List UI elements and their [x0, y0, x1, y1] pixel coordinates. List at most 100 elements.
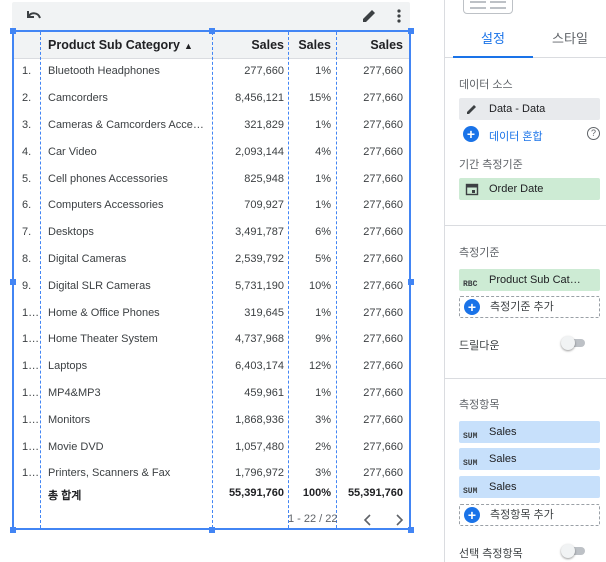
more-vert-icon[interactable] [390, 7, 408, 25]
resize-handle-bottom[interactable] [209, 527, 215, 533]
dimension-chip[interactable]: RBC Product Sub Cat… [459, 269, 600, 291]
pencil-icon[interactable] [465, 102, 479, 116]
cell-sales-2: 277,660 [337, 379, 409, 407]
sort-ascending-icon[interactable]: ▲ [184, 41, 193, 51]
optional-metrics-label: 선택 측정항목 [459, 548, 523, 560]
cell-sales-2: 277,660 [337, 245, 409, 273]
cell-sales-percent: 1% [290, 191, 337, 220]
cell-sales-2: 277,660 [337, 58, 409, 86]
cell-sales: 2,093,144 [213, 138, 290, 166]
cell-sales-percent: 1% [290, 379, 337, 407]
report-canvas: Product Sub Category ▲ Sales Sales Sales … [0, 0, 440, 562]
cell-product-sub-category: Home Theater System [42, 325, 213, 354]
header-sales-percent[interactable]: Sales [290, 32, 337, 59]
column-guide [336, 32, 337, 528]
cell-sales-percent: 15% [290, 84, 337, 113]
cell-sales: 5,731,190 [213, 272, 290, 300]
cell-sales: 459,961 [213, 379, 290, 407]
drilldown-label: 드릴다운 [459, 340, 500, 352]
row-index: 5. [14, 165, 42, 193]
cell-sales: 2,539,792 [213, 245, 290, 273]
metric-chip[interactable]: SUM Sales [459, 421, 600, 443]
cell-product-sub-category: Digital Cameras [42, 245, 213, 273]
date-range-dimension-label: 기간 측정기준 [459, 159, 523, 171]
cell-sales-percent: 12% [290, 352, 337, 381]
pencil-icon[interactable] [360, 7, 378, 25]
cell-sales-percent: 2% [290, 433, 337, 461]
row-index: 1… [14, 406, 42, 434]
cell-sales: 319,645 [213, 299, 290, 327]
row-index: 1… [14, 379, 42, 407]
cell-sales-2: 277,660 [337, 138, 409, 166]
total-index [14, 486, 42, 506]
cell-product-sub-category: Movie DVD [42, 433, 213, 461]
row-index: 1. [14, 58, 42, 86]
text-type-badge: RBC [463, 280, 478, 289]
metric-chip[interactable]: SUM Sales [459, 476, 600, 498]
column-guide [40, 32, 41, 528]
help-icon[interactable]: ? [587, 127, 600, 140]
cell-sales-2: 277,660 [337, 459, 409, 488]
resize-handle-top-left[interactable] [10, 28, 16, 34]
resize-handle-right[interactable] [408, 279, 414, 285]
tab-style[interactable]: 스타일 [535, 22, 605, 58]
cell-product-sub-category: Cell phones Accessories [42, 165, 213, 193]
pagination-range: 1 - 22 / 22 [288, 513, 338, 525]
row-index: 6. [14, 191, 42, 220]
total-sales: 55,391,760 [213, 486, 290, 506]
resize-handle-top[interactable] [209, 28, 215, 34]
cell-product-sub-category: Home & Office Phones [42, 299, 213, 327]
sum-aggregation-badge: SUM [463, 487, 478, 496]
cell-product-sub-category: Monitors [42, 406, 213, 434]
cell-sales: 709,927 [213, 191, 290, 220]
row-index: 3. [14, 111, 42, 139]
resize-handle-bottom-right[interactable] [408, 527, 414, 533]
section-divider [445, 225, 606, 226]
date-range-dimension-chip[interactable]: Order Date [459, 178, 600, 200]
cell-sales-percent: 3% [290, 406, 337, 434]
column-guide [212, 32, 213, 528]
add-dimension-button[interactable]: + 측정기준 추가 [459, 296, 600, 318]
cell-product-sub-category: Desktops [42, 218, 213, 247]
cell-sales-2: 277,660 [337, 165, 409, 193]
cell-sales-2: 277,660 [337, 272, 409, 300]
optional-metrics-toggle[interactable] [561, 544, 587, 558]
undo-icon[interactable] [24, 7, 44, 25]
cell-sales: 8,456,121 [213, 84, 290, 113]
cell-sales-percent: 4% [290, 138, 337, 166]
cell-sales: 825,948 [213, 165, 290, 193]
row-index: 2. [14, 84, 42, 113]
table-chart[interactable]: Product Sub Category ▲ Sales Sales Sales … [12, 30, 411, 530]
row-index: 8. [14, 245, 42, 273]
row-index: 1… [14, 352, 42, 381]
tab-setup[interactable]: 설정 [453, 22, 533, 58]
cell-sales-2: 277,660 [337, 433, 409, 461]
header-sales[interactable]: Sales [213, 32, 290, 59]
cell-product-sub-category: Camcorders [42, 84, 213, 113]
chevron-right-icon[interactable] [390, 510, 408, 530]
cell-sales-percent: 5% [290, 245, 337, 273]
cell-sales-2: 277,660 [337, 299, 409, 327]
cell-sales: 3,491,787 [213, 218, 290, 247]
header-sales-2[interactable]: Sales [337, 32, 409, 59]
drilldown-toggle[interactable] [561, 336, 587, 350]
dimension-name: Product Sub Cat… [489, 274, 581, 286]
resize-handle-bottom-left[interactable] [10, 527, 16, 533]
cell-sales-2: 277,660 [337, 191, 409, 220]
chart-type-selector[interactable] [445, 0, 606, 18]
date-range-dimension-name: Order Date [489, 183, 544, 195]
grand-total-label: 총 합계 [42, 486, 213, 506]
header-product-sub-category[interactable]: Product Sub Category ▲ [42, 32, 213, 59]
resize-handle-top-right[interactable] [408, 28, 414, 34]
column-guide [288, 32, 289, 528]
add-metric-button[interactable]: + 측정항목 추가 [459, 504, 600, 526]
resize-handle-left[interactable] [10, 279, 16, 285]
data-source-name: Data - Data [489, 103, 546, 115]
chevron-left-icon[interactable] [359, 510, 377, 530]
blend-data-link[interactable]: + 데이터 혼합 ? [459, 124, 600, 144]
data-source-chip[interactable]: Data - Data [459, 98, 600, 120]
sum-aggregation-badge: SUM [463, 459, 478, 468]
table-chart-thumbnail-icon[interactable] [463, 0, 513, 14]
metric-chip[interactable]: SUM Sales [459, 448, 600, 470]
total-sales-percent: 100% [290, 486, 337, 506]
